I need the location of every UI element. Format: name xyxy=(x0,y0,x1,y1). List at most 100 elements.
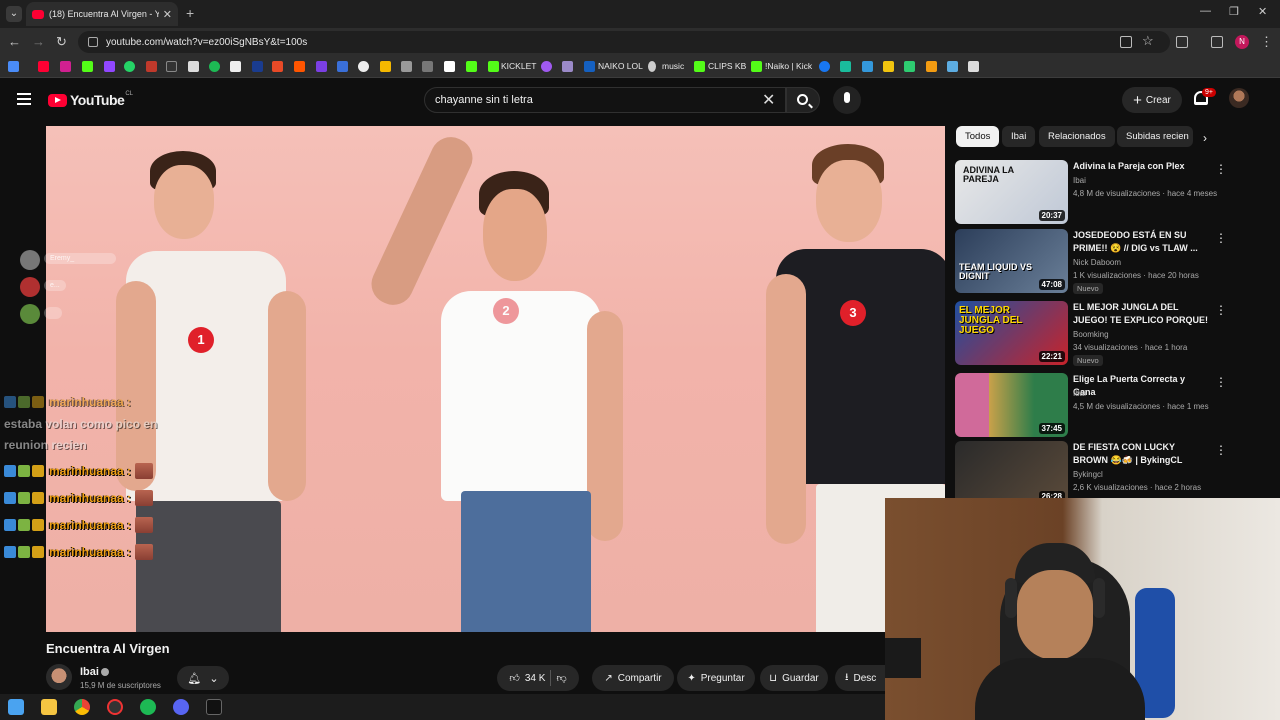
bookmark-icon[interactable] xyxy=(188,61,199,72)
video-title[interactable]: JOSEDEODO ESTÁ EN SU PRIME!! 😵 // DIG vs… xyxy=(1073,229,1209,255)
youtube-logo[interactable]: YouTube CL xyxy=(48,91,133,108)
bookmark-icon[interactable] xyxy=(358,61,369,72)
bookmark-clips-kb[interactable]: CLIPS KB xyxy=(708,61,746,71)
more-options-icon[interactable]: ⋮ xyxy=(1215,303,1227,317)
bookmark-music[interactable]: music xyxy=(662,61,684,71)
channel-name[interactable]: Nick Daboom xyxy=(1073,258,1121,267)
apps-grid-icon[interactable] xyxy=(8,61,19,72)
file-explorer-icon[interactable] xyxy=(41,699,57,715)
new-tab-icon[interactable]: + xyxy=(186,5,194,21)
bookmark-kicklet-icon[interactable] xyxy=(488,61,499,72)
video-thumbnail[interactable]: TEAM LIQUID VS DIGNIT 47:08 xyxy=(955,229,1068,293)
chrome-icon[interactable] xyxy=(74,699,90,715)
bookmark-icon[interactable] xyxy=(904,61,915,72)
ask-button[interactable]: ✦ Preguntar xyxy=(677,665,755,691)
bookmark-naiko-kick[interactable]: !Naiko | Kick xyxy=(765,61,812,71)
media-control-icon[interactable] xyxy=(1211,36,1223,48)
browser-menu-icon[interactable]: ⋮ xyxy=(1260,34,1273,50)
bookmark-icon[interactable] xyxy=(926,61,937,72)
bookmark-icon[interactable] xyxy=(401,61,412,72)
chip-ibai[interactable]: Ibai xyxy=(1002,126,1036,147)
bookmark-soundcloud-icon[interactable] xyxy=(294,61,305,72)
bookmark-icon[interactable] xyxy=(252,61,263,72)
recommended-video[interactable]: EL MEJOR JUNGLA DEL JUEGO 22:21 EL MEJOR… xyxy=(955,301,1227,366)
bookmark-whatsapp-icon[interactable] xyxy=(124,61,135,72)
bookmark-icon[interactable] xyxy=(862,61,873,72)
video-thumbnail[interactable]: 26:28 xyxy=(955,441,1068,505)
subscribed-notifications-button[interactable]: 🔔︎ ⌄ xyxy=(177,666,229,690)
bookmark-icon[interactable] xyxy=(230,61,241,72)
channel-name[interactable]: Ibai xyxy=(80,666,99,678)
bookmark-icon[interactable] xyxy=(883,61,894,72)
chip-todos[interactable]: Todos xyxy=(956,126,1000,147)
bookmark-spotify-icon[interactable] xyxy=(209,61,220,72)
video-title[interactable]: Adivina la Pareja con Plex xyxy=(1073,160,1209,173)
voice-search-button[interactable] xyxy=(833,86,861,114)
save-button[interactable]: ⊔ Guardar xyxy=(760,665,828,691)
video-title[interactable]: Elige La Puerta Correcta y Gana xyxy=(1073,373,1209,399)
like-button[interactable]: 👍︎ 34 K xyxy=(509,672,545,685)
bookmark-icon[interactable] xyxy=(146,61,157,72)
channel-name[interactable]: Ibai xyxy=(1073,389,1086,398)
search-input[interactable]: chayanne sin ti letra xyxy=(424,87,786,113)
clear-search-icon[interactable]: ✕ xyxy=(762,90,775,110)
chip-relacionados[interactable]: Relacionados xyxy=(1039,126,1115,147)
bookmark-star-icon[interactable]: ☆ xyxy=(1142,33,1154,49)
video-title[interactable]: EL MEJOR JUNGLA DEL JUEGO! TE EXPLICO PO… xyxy=(1073,301,1209,328)
more-options-icon[interactable]: ⋮ xyxy=(1215,162,1227,176)
tab-close-icon[interactable]: ✕ xyxy=(163,8,172,21)
spotify-icon[interactable] xyxy=(140,699,156,715)
recommended-video[interactable]: 37:45 Elige La Puerta Correcta y Gana Ib… xyxy=(955,373,1227,437)
channel-name[interactable]: Bykingcl xyxy=(1073,470,1103,479)
bookmark-icon[interactable] xyxy=(60,61,71,72)
forward-icon[interactable]: → xyxy=(32,34,45,49)
bookmark-icon[interactable] xyxy=(380,61,391,72)
profile-avatar-icon[interactable]: N xyxy=(1235,35,1249,49)
account-avatar[interactable] xyxy=(1229,88,1249,108)
bookmark-kicklet[interactable]: KICKLET xyxy=(501,61,536,71)
bookmark-youtube-icon[interactable] xyxy=(38,61,49,72)
video-thumbnail[interactable]: 37:45 xyxy=(955,373,1068,437)
discord-icon[interactable] xyxy=(173,699,189,715)
bookmark-x-icon[interactable] xyxy=(166,61,177,72)
recommended-video[interactable]: 26:28 DE FIESTA CON LUCKY BROWN 😂🍻 | Byk… xyxy=(955,441,1227,505)
browser-tab-active[interactable]: (18) Encuentra Al Virgen - Y ✕ xyxy=(26,2,178,26)
bookmark-icon[interactable] xyxy=(541,61,552,72)
video-thumbnail[interactable]: ADIVINA LA PAREJA 20:37 xyxy=(955,160,1068,224)
bookmark-kick-icon[interactable] xyxy=(82,61,93,72)
bookmark-icon[interactable] xyxy=(444,61,455,72)
bookmark-naiko-lol[interactable]: NAIKO LOL xyxy=(598,61,643,71)
chip-subidas-recientes[interactable]: Subidas recien xyxy=(1117,126,1193,147)
bookmark-icon[interactable] xyxy=(337,61,348,72)
video-player[interactable]: 1 2 3 xyxy=(46,126,945,632)
bookmark-clips-kb-icon[interactable] xyxy=(694,61,705,72)
minimize-icon[interactable]: — xyxy=(1200,5,1211,17)
video-title[interactable]: DE FIESTA CON LUCKY BROWN 😂🍻 | BykingCL xyxy=(1073,441,1209,467)
window-close-icon[interactable]: ✕ xyxy=(1258,5,1267,18)
bookmark-icon[interactable] xyxy=(947,61,958,72)
recommended-video[interactable]: ADIVINA LA PAREJA 20:37 Adivina la Parej… xyxy=(955,160,1227,224)
bookmark-icon[interactable] xyxy=(840,61,851,72)
app-icon[interactable] xyxy=(206,699,222,715)
bookmark-icon[interactable] xyxy=(422,61,433,72)
bookmark-icon[interactable] xyxy=(466,61,477,72)
extensions-icon[interactable] xyxy=(1176,36,1188,48)
menu-icon[interactable] xyxy=(17,93,31,105)
bookmark-icon[interactable] xyxy=(562,61,573,72)
site-info-icon[interactable] xyxy=(88,37,98,47)
channel-name[interactable]: Ibai xyxy=(1073,176,1086,185)
share-button[interactable]: ↗ Compartir xyxy=(592,665,674,691)
channel-avatar[interactable] xyxy=(46,664,72,690)
address-bar[interactable]: youtube.com/watch?v=ez00iSgNBsY&t=100s xyxy=(78,31,1170,53)
bookmark-naiko-kick-icon[interactable] xyxy=(751,61,762,72)
windows-start-icon[interactable] xyxy=(8,699,24,715)
more-options-icon[interactable]: ⋮ xyxy=(1215,443,1227,457)
more-options-icon[interactable]: ⋮ xyxy=(1215,375,1227,389)
bookmark-twitch-icon[interactable] xyxy=(104,61,115,72)
cast-icon[interactable] xyxy=(1120,36,1132,48)
download-button[interactable]: ⭳ Desc xyxy=(835,665,885,691)
chevron-right-icon[interactable]: › xyxy=(1203,131,1207,145)
bookmark-icon[interactable] xyxy=(272,61,283,72)
bookmark-icon[interactable] xyxy=(968,61,979,72)
bookmark-icon[interactable] xyxy=(316,61,327,72)
